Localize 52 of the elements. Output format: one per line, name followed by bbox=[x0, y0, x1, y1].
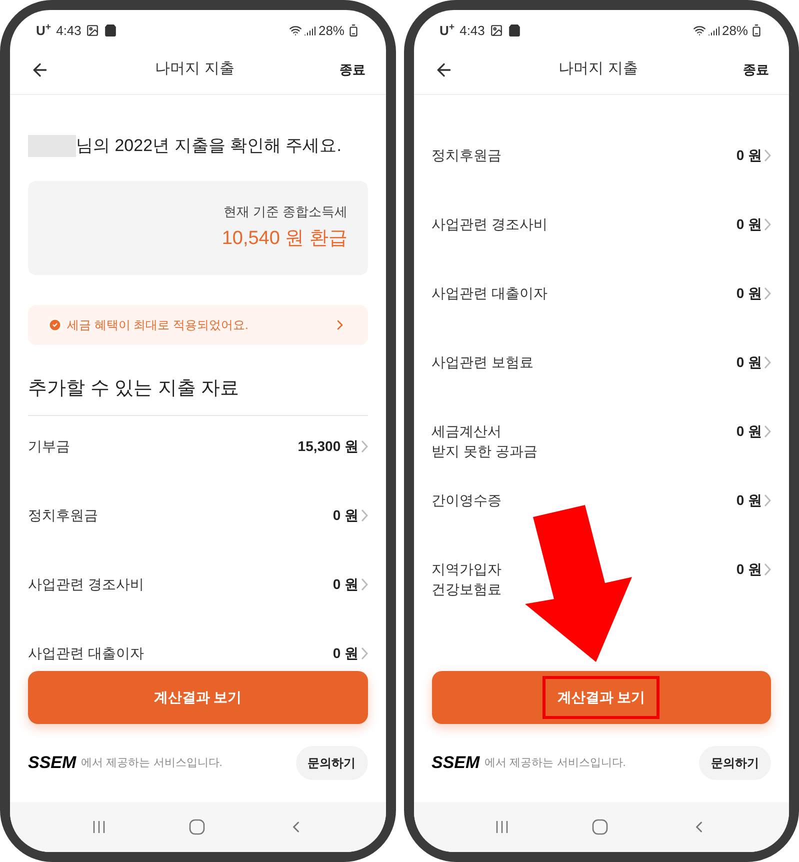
expense-row[interactable]: 사업관련 경조사비 0 원 bbox=[432, 202, 771, 271]
brand-logo: SSEM bbox=[432, 752, 480, 774]
chevron-icon bbox=[360, 440, 368, 452]
chevron-icon bbox=[764, 218, 771, 230]
home-icon[interactable] bbox=[592, 819, 608, 835]
chevron-icon bbox=[764, 356, 771, 368]
expense-row[interactable]: 간이영수증 0 원 bbox=[432, 478, 771, 547]
signal-icon bbox=[304, 24, 316, 36]
chevron-icon bbox=[360, 646, 368, 660]
footer-text: 에서 제공하는 서비스입니다. bbox=[81, 756, 222, 771]
battery-icon bbox=[750, 24, 763, 37]
expense-row[interactable]: 지역가입자 건강보험료 0 원 bbox=[432, 547, 771, 616]
battery-level: 28% bbox=[722, 22, 748, 40]
expense-row[interactable]: 사업관련 대출이자 0 원 bbox=[28, 631, 368, 661]
battery-level: 28% bbox=[318, 22, 344, 40]
brand-logo: SSEM bbox=[28, 752, 76, 774]
chevron-icon bbox=[764, 286, 771, 300]
clock-time: 4:43 bbox=[56, 22, 82, 40]
carrier-label: U$^{+}$ bbox=[440, 20, 455, 40]
close-button[interactable]: 종료 bbox=[742, 60, 769, 80]
summary-label: 현재 기준 종합소득세 bbox=[223, 202, 348, 220]
inquiry-button[interactable]: 문의하기 bbox=[296, 746, 368, 780]
expense-row[interactable]: 사업관련 보험료 0 원 bbox=[432, 340, 771, 409]
recent-apps-icon[interactable] bbox=[90, 820, 107, 834]
greeting-text: 님의 2022년 지출을 확인해 주세요. bbox=[76, 135, 342, 157]
refund-amount: 10,540 원 환급 bbox=[222, 227, 348, 251]
home-icon[interactable] bbox=[188, 819, 205, 835]
expense-row[interactable]: 사업관련 대출이자 0 원 bbox=[432, 271, 771, 340]
clock-time: 4:43 bbox=[460, 22, 485, 40]
expense-row[interactable]: 사업관련 경조사비 0 원 bbox=[28, 562, 368, 631]
image-icon bbox=[490, 24, 503, 37]
screen-title: 나머지 지출 bbox=[155, 59, 234, 80]
chevron-icon bbox=[764, 148, 771, 162]
expense-row[interactable]: 기부금 15,300 원 bbox=[28, 424, 368, 493]
image-icon bbox=[86, 24, 100, 37]
chevron-icon bbox=[764, 562, 771, 576]
expense-row[interactable]: 세금계산서 받지 못한 공과금 0 원 bbox=[432, 409, 771, 478]
battery-icon bbox=[346, 24, 360, 37]
screen-title: 나머지 지출 bbox=[558, 59, 638, 80]
chevron-icon bbox=[360, 578, 368, 590]
close-button[interactable]: 종료 bbox=[339, 60, 366, 80]
expense-row[interactable]: 정치후원금 0 원 bbox=[28, 493, 368, 562]
check-icon bbox=[48, 318, 62, 332]
inquiry-button[interactable]: 문의하기 bbox=[699, 746, 771, 780]
recent-apps-icon[interactable] bbox=[494, 820, 510, 834]
footer-text: 에서 제공하는 서비스입니다. bbox=[484, 756, 626, 771]
chevron-icon bbox=[764, 424, 771, 438]
expense-row[interactable]: 정치후원금 0 원 bbox=[432, 133, 771, 202]
chevron-icon bbox=[360, 508, 368, 522]
section-heading: 추가할 수 있는 지출 자료 bbox=[28, 374, 368, 416]
carrier-label: U$^{+}$ bbox=[36, 20, 52, 40]
chevron-icon bbox=[764, 494, 771, 506]
